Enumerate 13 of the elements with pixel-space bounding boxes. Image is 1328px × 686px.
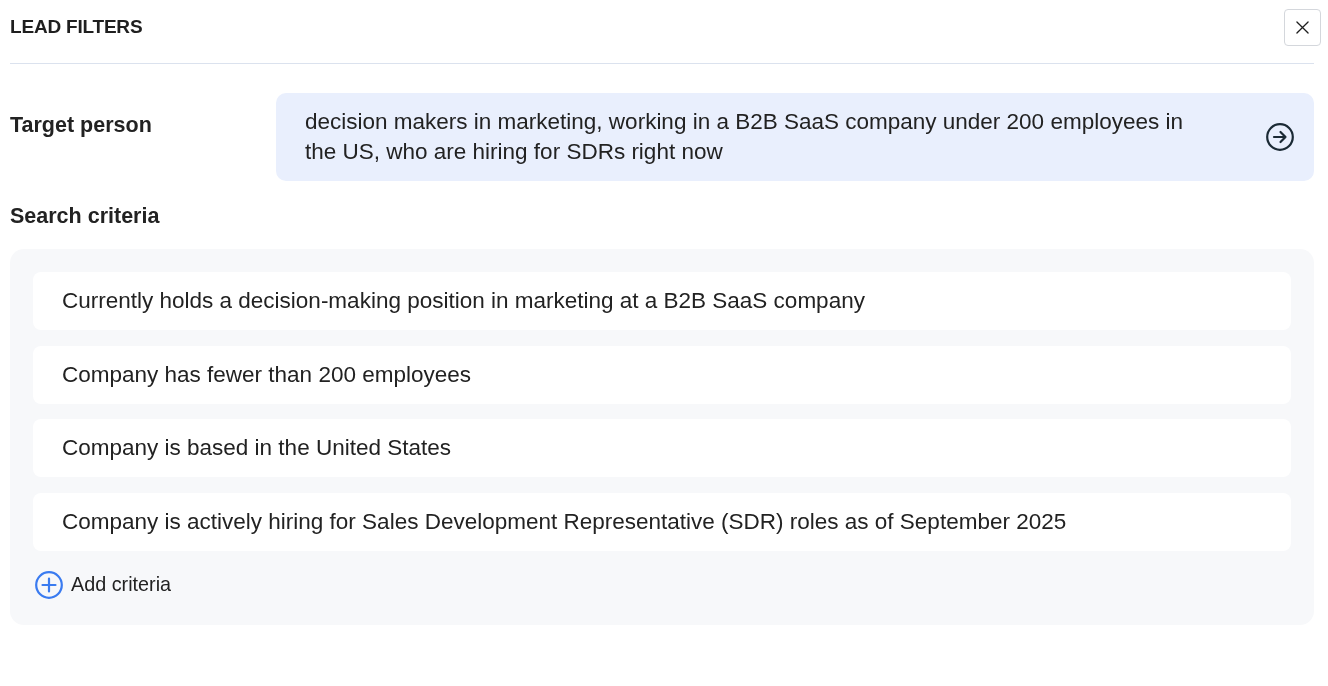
arrow-right-circle-icon[interactable]: [1266, 123, 1294, 151]
plus-circle-icon: [35, 570, 63, 599]
criteria-item[interactable]: Currently holds a decision-making position in marketing at a B2B SaaS company: [33, 272, 1291, 330]
criteria-item[interactable]: Company is based in the United States: [33, 419, 1291, 477]
search-criteria-label: Search criteria: [10, 203, 161, 229]
criteria-item[interactable]: Company is actively hiring for Sales Development Representative (SDR) roles as of September 2025: [33, 492, 1291, 551]
close-button[interactable]: [1284, 8, 1321, 46]
target-person-label: Target person: [10, 112, 153, 138]
target-person-field[interactable]: decision makers in marketing, working in a B2B SaaS company under 200 employees in the US, who are hiring for SDRs right now: [276, 93, 1314, 181]
add-criteria-button[interactable]: Add criteria: [35, 570, 172, 599]
criteria-item[interactable]: Company has fewer than 200 employees: [33, 345, 1291, 404]
panel-title: LEAD FILTERS: [10, 16, 143, 38]
close-icon: [1296, 20, 1309, 34]
